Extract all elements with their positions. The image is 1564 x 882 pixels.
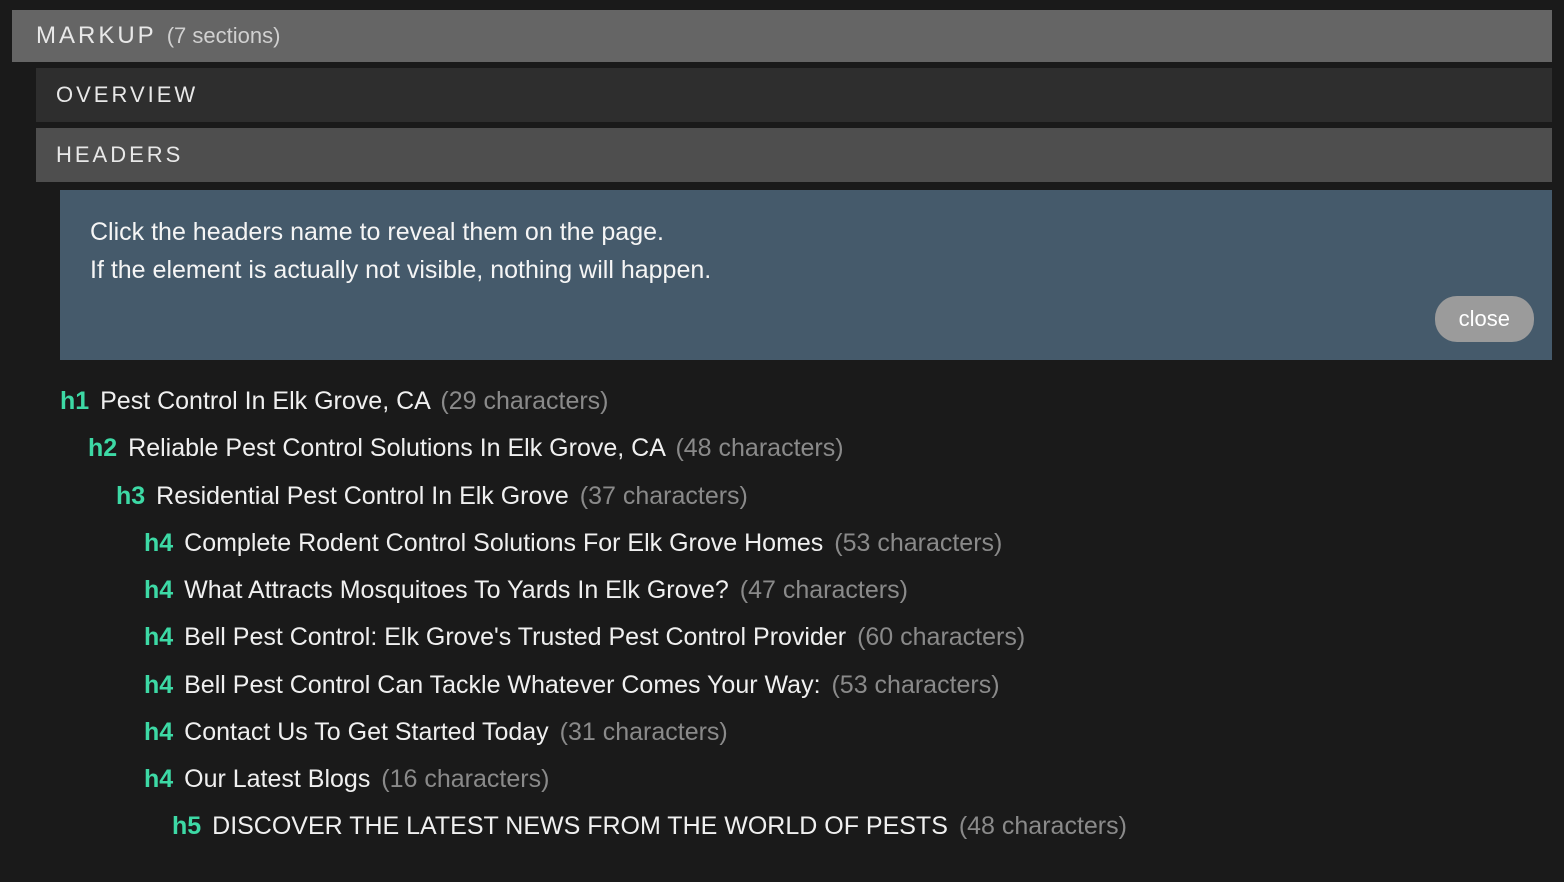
header-text-link[interactable]: Contact Us To Get Started Today	[177, 718, 555, 746]
header-text-link[interactable]: What Attracts Mosquitoes To Yards In Elk…	[177, 576, 736, 604]
header-text-link[interactable]: Bell Pest Control Can Tackle Whatever Co…	[177, 671, 827, 699]
header-row: h2 Reliable Pest Control Solutions In El…	[60, 425, 1552, 472]
headers-list: h1 Pest Control In Elk Grove, CA (29 cha…	[60, 378, 1552, 851]
header-char-count: (48 characters)	[959, 812, 1127, 840]
markup-sections-count: (7 sections)	[167, 23, 281, 49]
header-text-link[interactable]: DISCOVER THE LATEST NEWS FROM THE WORLD …	[205, 812, 955, 840]
headers-section-bar[interactable]: HEADERS	[36, 128, 1552, 182]
header-text-link[interactable]: Reliable Pest Control Solutions In Elk G…	[121, 434, 671, 462]
header-char-count: (53 characters)	[834, 529, 1002, 557]
headers-title: HEADERS	[56, 142, 183, 167]
header-char-count: (16 characters)	[381, 765, 549, 793]
overview-section-bar[interactable]: OVERVIEW	[36, 68, 1552, 122]
header-level-tag: h4	[144, 529, 173, 557]
header-level-tag: h5	[172, 812, 201, 840]
header-text-link[interactable]: Bell Pest Control: Elk Grove's Trusted P…	[177, 623, 853, 651]
header-char-count: (31 characters)	[560, 718, 728, 746]
header-row: h4 Bell Pest Control: Elk Grove's Truste…	[60, 614, 1552, 661]
header-level-tag: h4	[144, 718, 173, 746]
info-text-line2: If the element is actually not visible, …	[90, 252, 1522, 290]
close-button[interactable]: close	[1435, 296, 1534, 342]
header-level-tag: h4	[144, 623, 173, 651]
header-row: h4 Contact Us To Get Started Today (31 c…	[60, 709, 1552, 756]
header-level-tag: h2	[88, 434, 117, 462]
header-row: h4 What Attracts Mosquitoes To Yards In …	[60, 567, 1552, 614]
header-level-tag: h1	[60, 387, 89, 415]
header-row: h4 Our Latest Blogs (16 characters)	[60, 756, 1552, 803]
header-text-link[interactable]: Residential Pest Control In Elk Grove	[149, 482, 576, 510]
header-char-count: (47 characters)	[740, 576, 908, 604]
header-char-count: (60 characters)	[857, 623, 1025, 651]
overview-title: OVERVIEW	[56, 82, 198, 107]
markup-section-bar[interactable]: MARKUP (7 sections)	[12, 10, 1552, 62]
header-char-count: (29 characters)	[440, 387, 608, 415]
header-level-tag: h3	[116, 482, 145, 510]
header-row: h4 Complete Rodent Control Solutions For…	[60, 520, 1552, 567]
header-row: h5 DISCOVER THE LATEST NEWS FROM THE WOR…	[60, 803, 1552, 850]
header-text-link[interactable]: Pest Control In Elk Grove, CA	[93, 387, 436, 415]
header-char-count: (48 characters)	[675, 434, 843, 462]
header-char-count: (53 characters)	[831, 671, 999, 699]
header-level-tag: h4	[144, 765, 173, 793]
header-level-tag: h4	[144, 576, 173, 604]
header-text-link[interactable]: Complete Rodent Control Solutions For El…	[177, 529, 830, 557]
info-text-line1: Click the headers name to reveal them on…	[90, 214, 1522, 252]
header-char-count: (37 characters)	[580, 482, 748, 510]
header-text-link[interactable]: Our Latest Blogs	[177, 765, 377, 793]
header-level-tag: h4	[144, 671, 173, 699]
headers-info-box: Click the headers name to reveal them on…	[60, 190, 1552, 360]
markup-title: MARKUP	[36, 22, 157, 50]
header-row: h1 Pest Control In Elk Grove, CA (29 cha…	[60, 378, 1552, 425]
header-row: h4 Bell Pest Control Can Tackle Whatever…	[60, 662, 1552, 709]
header-row: h3 Residential Pest Control In Elk Grove…	[60, 473, 1552, 520]
